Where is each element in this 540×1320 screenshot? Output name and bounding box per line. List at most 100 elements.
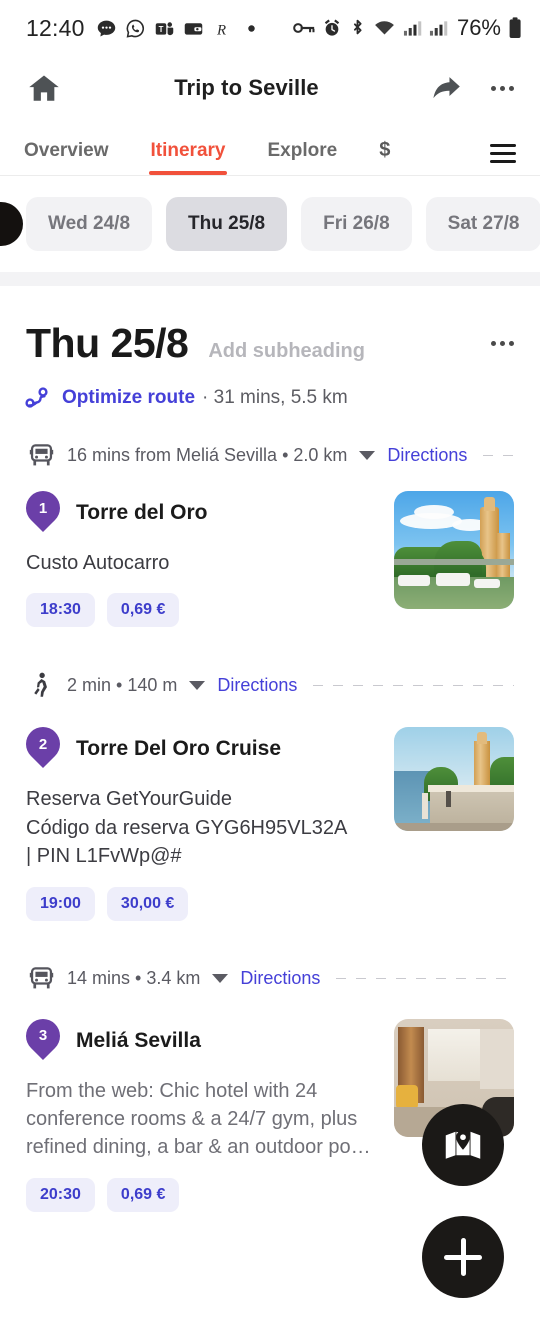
activity-title[interactable]: Torre Del Oro Cruise (76, 737, 281, 761)
more-options-icon[interactable] (491, 85, 514, 91)
transit-text: 2 min • 140 m (67, 674, 178, 695)
pin-number: 2 (38, 735, 48, 753)
activity-thumbnail[interactable] (394, 727, 514, 832)
transit-text: 16 mins from Meliá Sevilla • 2.0 km (67, 444, 348, 465)
pin-number: 3 (38, 1027, 48, 1045)
share-icon[interactable] (431, 74, 463, 102)
transit-dashed-line (483, 454, 514, 456)
activity-cost-chip[interactable]: 0,69 € (106, 593, 180, 628)
directions-link[interactable]: Directions (240, 968, 320, 989)
dot-icon (247, 24, 256, 33)
activity-title[interactable]: Meliá Sevilla (76, 1029, 201, 1053)
svg-text:R: R (216, 22, 226, 38)
status-bar-system-icons: 76% (293, 15, 522, 41)
page-title: Trip to Seville (174, 75, 319, 100)
activity-time-chip[interactable]: 18:30 (26, 593, 95, 628)
svg-text:T: T (158, 25, 163, 34)
whatsapp-icon (125, 18, 146, 39)
activity-description: From the web: Chic hotel with 24 confere… (26, 1079, 371, 1159)
day-title: Thu 25/8 (26, 320, 189, 366)
transit-row-3[interactable]: 14 mins • 3.4 km Directions (0, 961, 540, 997)
bus-icon (26, 965, 56, 992)
date-chip-fri[interactable]: Fri 26/8 (301, 197, 412, 251)
activity-chips: 19:00 30,00 € (26, 886, 380, 921)
status-bar-clock: 12:40 (26, 14, 85, 41)
activity-cost-chip[interactable]: 30,00 € (106, 886, 189, 921)
optimize-route-meta: · 31 mins, 5.5 km (202, 387, 348, 408)
transit-dashed-line (313, 684, 514, 686)
map-pin-icon: 3 (18, 1011, 68, 1063)
activity-thumbnail[interactable] (394, 491, 514, 609)
map-pin-icon: 1 (18, 483, 68, 535)
plus-icon-vertical (460, 1238, 466, 1276)
day-subheading-placeholder[interactable]: Add subheading (208, 340, 365, 363)
pin-number: 1 (38, 499, 48, 517)
app-screen: 12:40 T R 76% Trip to Seville Overview I… (0, 0, 540, 1320)
activity-title-row: 3 Meliá Sevilla (18, 1011, 380, 1063)
activity-chips: 20:30 0,69 € (26, 1177, 380, 1212)
status-bar-notification-icons: T R (96, 18, 256, 39)
activity-card-body: 1 Torre del Oro Custo Autocarro 18:30 0,… (18, 483, 394, 628)
date-strip-scroller[interactable]: Wed 24/8 Thu 25/8 Fri 26/8 Sat 27/8 Sun … (0, 176, 540, 272)
status-bar: 12:40 T R 76% (0, 0, 540, 56)
tab-explore[interactable]: Explore (267, 140, 337, 175)
signal-sim2-icon (429, 19, 448, 37)
map-icon (443, 1127, 483, 1163)
activity-title[interactable]: Torre del Oro (76, 501, 207, 525)
chevron-down-icon[interactable] (359, 450, 376, 460)
itinerary-content: Thu 25/8 Add subheading Optimize route ·… (0, 286, 540, 1212)
bus-icon (26, 442, 56, 469)
add-fab-button[interactable] (422, 1216, 504, 1298)
battery-icon (508, 17, 522, 39)
activity-chips: 18:30 0,69 € (26, 593, 380, 628)
map-fab-button[interactable] (422, 1104, 504, 1186)
directions-link[interactable]: Directions (217, 675, 297, 696)
chevron-down-icon[interactable] (189, 680, 206, 690)
directions-link[interactable]: Directions (387, 445, 467, 466)
bluetooth-icon (349, 18, 366, 39)
day-header: Thu 25/8 Add subheading (0, 286, 540, 367)
activity-title-row: 2 Torre Del Oro Cruise (18, 720, 380, 771)
wallet-icon (183, 18, 204, 39)
tab-overview[interactable]: Overview (24, 140, 109, 175)
torre-del-oro-promenade-photo (394, 727, 514, 832)
activity-cost-chip[interactable]: 0,69 € (106, 1177, 180, 1212)
map-pin-icon: 2 (18, 720, 68, 771)
activity-description: Custo Autocarro (26, 552, 170, 574)
tab-itinerary[interactable]: Itinerary (148, 140, 228, 175)
activity-time-chip[interactable]: 19:00 (26, 886, 95, 921)
optimize-route-label[interactable]: Optimize route (62, 387, 195, 409)
torre-del-oro-river-photo (394, 491, 514, 609)
date-strip: Wed 24/8 Thu 25/8 Fri 26/8 Sat 27/8 Sun … (0, 176, 540, 272)
app-header: Trip to Seville (0, 56, 540, 120)
tab-budget[interactable]: $ (379, 139, 390, 175)
r-app-icon: R (212, 18, 231, 39)
date-chip-sat[interactable]: Sat 27/8 (425, 197, 540, 251)
route-icon (24, 385, 54, 411)
date-strip-divider (0, 272, 540, 286)
alarm-icon (322, 18, 342, 38)
signal-sim1-icon (403, 19, 422, 37)
activity-time-chip[interactable]: 20:30 (26, 1177, 95, 1212)
transit-row-2[interactable]: 2 min • 140 m Directions (0, 667, 540, 703)
teams-icon: T (154, 18, 175, 39)
date-chip-thu[interactable]: Thu 25/8 (166, 197, 288, 251)
activity-card-body: 3 Meliá Sevilla From the web: Chic hotel… (18, 1011, 394, 1212)
activity-card-1[interactable]: 1 Torre del Oro Custo Autocarro 18:30 0,… (0, 473, 540, 628)
optimize-route-row[interactable]: Optimize route · 31 mins, 5.5 km (0, 367, 540, 411)
activity-card-2[interactable]: 2 Torre Del Oro Cruise Reserva GetYourGu… (0, 703, 540, 921)
battery-percentage: 76% (456, 15, 501, 40)
date-chip-wed[interactable]: Wed 24/8 (26, 197, 153, 251)
activity-description: Reserva GetYourGuide Código da reserva G… (26, 788, 348, 868)
primary-tabs: Overview Itinerary Explore $ (0, 120, 540, 176)
day-more-options-icon[interactable] (491, 341, 514, 346)
chevron-down-icon[interactable] (212, 974, 229, 984)
messages-icon (96, 18, 117, 39)
app-header-actions (431, 74, 514, 102)
hamburger-menu-icon[interactable] (490, 144, 516, 175)
transit-row-1[interactable]: 16 mins from Meliá Sevilla • 2.0 km Dire… (0, 437, 540, 473)
vpn-key-icon (293, 18, 315, 38)
activity-card-body: 2 Torre Del Oro Cruise Reserva GetYourGu… (18, 720, 394, 921)
home-icon[interactable] (26, 71, 62, 105)
transit-text: 14 mins • 3.4 km (67, 968, 201, 989)
